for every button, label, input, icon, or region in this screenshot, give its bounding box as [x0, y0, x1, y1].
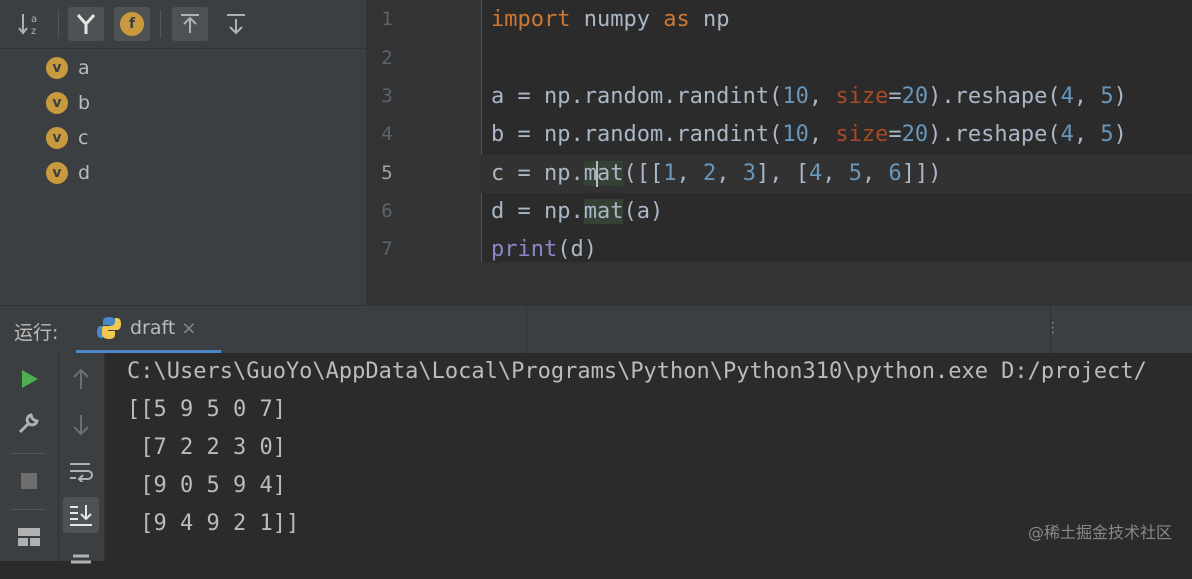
console-toolbar [59, 353, 105, 564]
line-number: 4 [381, 123, 393, 145]
structure-item-label: c [78, 127, 89, 149]
more-options-icon[interactable]: ⋮ [1046, 320, 1060, 336]
line-number-current: 5 [381, 162, 393, 184]
structure-item-label: a [78, 57, 90, 79]
console-line: [9 0 5 9 4] [127, 473, 286, 498]
close-icon[interactable]: × [181, 318, 196, 339]
stop-icon[interactable] [11, 463, 47, 499]
console-line: [9 4 9 2 1]] [127, 511, 300, 536]
scroll-to-end-icon[interactable] [63, 497, 99, 533]
run-toolbar [0, 353, 59, 561]
structure-item-label: b [78, 92, 91, 114]
text-caret [595, 161, 598, 187]
arrow-up-icon[interactable] [63, 361, 99, 397]
editor-footer [367, 262, 1192, 305]
toolbar-separator [58, 10, 59, 38]
line-number: 6 [381, 200, 393, 222]
expand-all-icon[interactable] [172, 7, 208, 41]
run-icon[interactable] [11, 361, 47, 397]
arrow-down-icon[interactable] [63, 407, 99, 443]
structure-item-label: d [78, 162, 91, 184]
console-line: C:\Users\GuoYo\AppData\Local\Programs\Py… [127, 359, 1147, 384]
layout-icon[interactable] [11, 519, 47, 555]
python-icon [97, 317, 121, 339]
run-label: 运行: [14, 322, 59, 344]
structure-item-b[interactable]: v b [46, 89, 90, 117]
variable-icon: v [46, 57, 68, 79]
line-gutter: 1 2 3 4 5 6 7 [367, 0, 482, 262]
toolbar-separator [10, 509, 46, 510]
show-inherited-icon[interactable] [68, 7, 104, 41]
run-panel-header: 运行: draft × ⋮ [0, 305, 1192, 354]
wrench-icon[interactable] [11, 405, 47, 441]
structure-item-c[interactable]: v c [46, 124, 88, 152]
soft-wrap-icon[interactable] [63, 453, 99, 489]
structure-toolbar: a z f [0, 0, 366, 49]
variable-icon: v [46, 127, 68, 149]
code-line-6: d = np.mat(a) [491, 199, 664, 224]
code-line-7: print(d) [491, 237, 597, 262]
console-line: [7 2 2 3 0] [127, 435, 286, 460]
run-tab-label: draft [130, 317, 176, 339]
watermark: @稀土掘金技术社区 [1027, 523, 1172, 542]
fields-badge: f [120, 12, 144, 36]
svg-text:a: a [31, 14, 37, 25]
collapse-all-icon[interactable] [218, 7, 254, 41]
toolbar-separator [160, 10, 161, 38]
run-tab-draft[interactable]: draft × [76, 306, 221, 353]
structure-panel: a z f v a v b v c v d [0, 0, 367, 305]
variable-icon: v [46, 162, 68, 184]
structure-item-d[interactable]: v d [46, 159, 90, 187]
show-fields-icon[interactable]: f [114, 7, 150, 41]
variable-icon: v [46, 92, 68, 114]
header-divider [526, 306, 527, 353]
svg-text:z: z [31, 26, 36, 37]
line-number: 2 [381, 47, 393, 69]
code-line-1: import numpy as np [491, 7, 730, 32]
line-number: 1 [381, 8, 393, 30]
toolbar-separator [10, 453, 46, 454]
structure-item-a[interactable]: v a [46, 54, 90, 82]
code-line-4: b = np.random.randint(10, size=20).resha… [491, 122, 1127, 147]
print-icon[interactable] [63, 543, 99, 579]
code-editor[interactable]: 1 2 3 4 5 6 7 import numpy as np a = np.… [367, 0, 1192, 262]
code-line-5: c = np.mat([[1, 2, 3], [4, 5, 6]]) [491, 161, 942, 187]
line-number: 7 [381, 238, 393, 260]
sort-alpha-icon[interactable]: a z [12, 7, 48, 41]
line-number: 3 [381, 85, 393, 107]
code-line-3: a = np.random.randint(10, size=20).resha… [491, 84, 1127, 109]
console-line: [[5 9 5 0 7] [127, 397, 286, 422]
